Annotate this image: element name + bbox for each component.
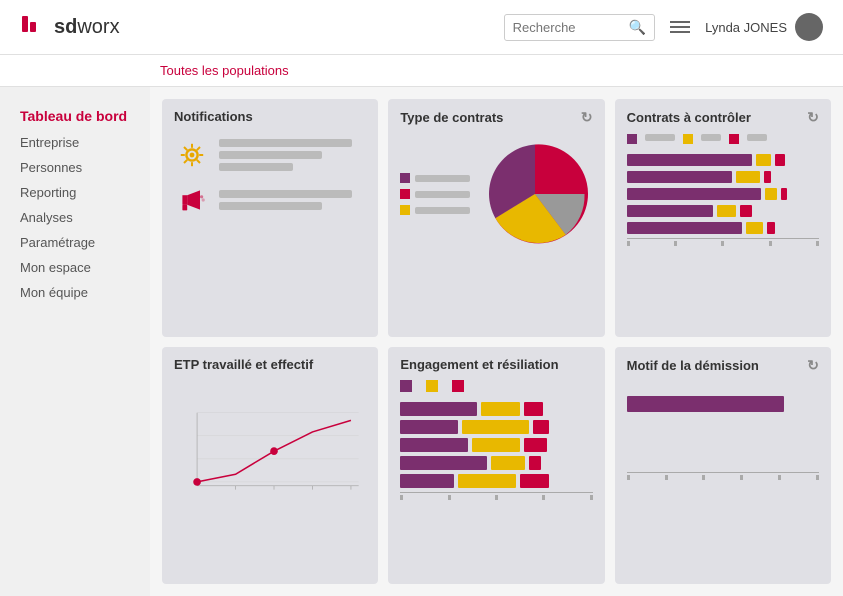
contrats-legend <box>627 134 819 144</box>
avatar <box>795 13 823 41</box>
legend-item-3 <box>400 205 470 215</box>
axis-ticks-2 <box>400 495 592 500</box>
sidebar: Tableau de bord Entreprise Personnes Rep… <box>0 87 150 596</box>
sidebar-item-mon-espace[interactable]: Mon espace <box>20 255 130 280</box>
sidebar-item-parametrage[interactable]: Paramétrage <box>20 230 130 255</box>
population-label: Toutes les populations <box>160 63 289 78</box>
notif-line <box>219 163 293 171</box>
user-name: Lynda JONES <box>705 20 787 35</box>
legend-label-2 <box>415 191 470 198</box>
type-contrats-title: Type de contrats ↻ <box>400 109 592 126</box>
legend-dot-red <box>400 189 410 199</box>
etp-card: ETP travaillé et effectif <box>162 347 378 585</box>
header-right: 🔍 Lynda JONES <box>504 13 823 41</box>
type-contrats-card: Type de contrats ↻ <box>388 99 604 337</box>
axis-line-3 <box>627 472 819 473</box>
bar-row-3 <box>627 188 819 200</box>
legend-dot-yellow <box>400 205 410 215</box>
notifications-title: Notifications <box>174 109 366 124</box>
etp-line-chart <box>174 380 366 530</box>
legend-label-3 <box>415 207 470 214</box>
bar-row-4 <box>627 205 819 217</box>
notif-line <box>219 151 322 159</box>
logo: sdworx <box>20 12 120 42</box>
eng-bar-5 <box>400 474 592 488</box>
eng-bar-1 <box>400 402 592 416</box>
motif-card: Motif de la démission ↻ <box>615 347 831 585</box>
axis-line-2 <box>400 492 592 493</box>
legend-label-1 <box>415 175 470 182</box>
axis-ticks-3 <box>627 475 819 480</box>
gear-icon <box>174 137 209 172</box>
legend-item-2 <box>400 189 470 199</box>
contrats-controler-title: Contrats à contrôler ↻ <box>627 109 819 126</box>
search-input[interactable] <box>513 20 623 35</box>
eng-bar-2 <box>400 420 592 434</box>
engagement-title: Engagement et résiliation <box>400 357 592 372</box>
main-layout: Tableau de bord Entreprise Personnes Rep… <box>0 87 843 596</box>
notif-line <box>219 202 322 210</box>
refresh-icon[interactable]: ↻ <box>581 109 593 126</box>
motif-bar-1 <box>627 396 819 412</box>
refresh-icon-3[interactable]: ↻ <box>807 357 819 374</box>
megaphone-icon <box>174 182 209 217</box>
user-info: Lynda JONES <box>705 13 823 41</box>
sidebar-item-mon-equipe[interactable]: Mon équipe <box>20 280 130 305</box>
logo-icon <box>20 12 50 42</box>
notif-line <box>219 190 352 198</box>
etp-title: ETP travaillé et effectif <box>174 357 366 372</box>
notifications-content <box>174 132 366 217</box>
contrats-bar-chart <box>627 150 819 234</box>
bar-row-5 <box>627 222 819 234</box>
engagement-legend <box>400 380 592 392</box>
notif-lines-2 <box>219 190 366 210</box>
search-icon: 🔍 <box>629 19 646 36</box>
sidebar-item-reporting[interactable]: Reporting <box>20 180 130 205</box>
sidebar-item-personnes[interactable]: Personnes <box>20 155 130 180</box>
hamburger-menu[interactable] <box>670 21 690 33</box>
eng-bar-3 <box>400 438 592 452</box>
contrats-controler-card: Contrats à contrôler ↻ <box>615 99 831 337</box>
notif-line <box>219 139 352 147</box>
notif-lines-1 <box>219 139 366 171</box>
bar-row-1 <box>627 154 819 166</box>
legend-sq-red <box>729 134 739 144</box>
sidebar-item-tableau-de-bord[interactable]: Tableau de bord <box>20 102 130 130</box>
axis-line <box>627 238 819 239</box>
bar-row-2 <box>627 171 819 183</box>
header: sdworx 🔍 Lynda JONES <box>0 0 843 55</box>
search-box[interactable]: 🔍 <box>504 14 655 41</box>
legend-item-1 <box>400 173 470 183</box>
notif-row-1 <box>174 137 366 172</box>
legend-sq-red-2 <box>452 380 464 392</box>
etp-svg <box>174 385 366 525</box>
logo-text: sdworx <box>54 16 120 39</box>
motif-chart <box>627 382 819 412</box>
eng-bar-4 <box>400 456 592 470</box>
sidebar-item-entreprise[interactable]: Entreprise <box>20 130 130 155</box>
refresh-icon-2[interactable]: ↻ <box>807 109 819 126</box>
pie-legend <box>400 173 470 215</box>
legend-sq-purple-2 <box>400 380 412 392</box>
pie-container <box>400 134 592 249</box>
notifications-card: Notifications <box>162 99 378 337</box>
sidebar-item-analyses[interactable]: Analyses <box>20 205 130 230</box>
legend-sq-yellow <box>683 134 693 144</box>
legend-dot-purple <box>400 173 410 183</box>
sub-header: Toutes les populations <box>0 55 843 87</box>
engagement-card: Engagement et résiliation <box>388 347 604 585</box>
pie-chart <box>480 139 590 249</box>
engagement-bar-chart <box>400 398 592 488</box>
content-grid: Notifications <box>150 87 843 596</box>
motif-title: Motif de la démission ↻ <box>627 357 819 374</box>
notif-row-2 <box>174 182 366 217</box>
legend-sq-purple <box>627 134 637 144</box>
axis-ticks <box>627 241 819 246</box>
legend-sq-yellow-2 <box>426 380 438 392</box>
